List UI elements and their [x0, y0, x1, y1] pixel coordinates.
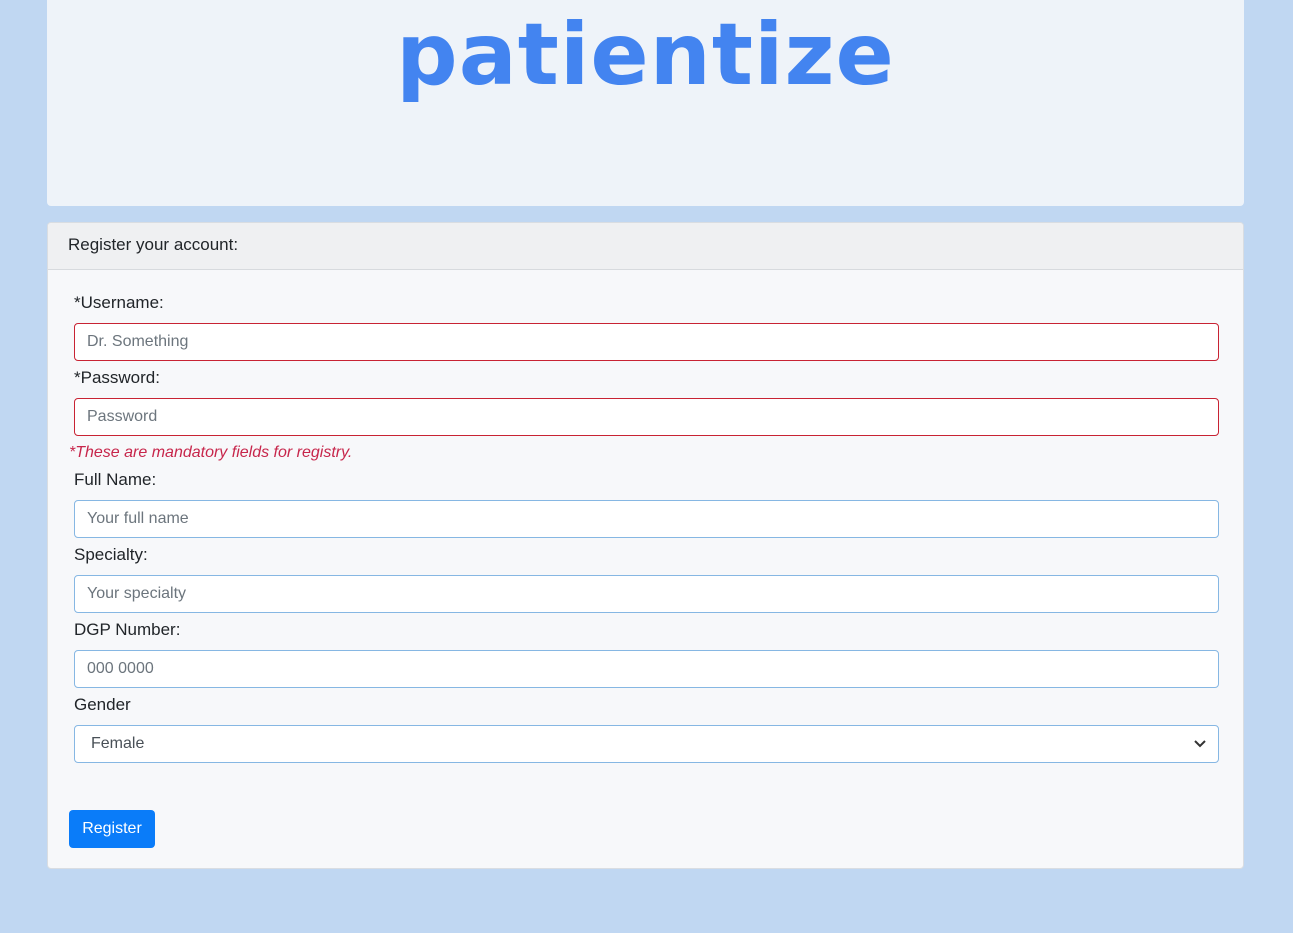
- brand-logo: patientize: [396, 5, 895, 105]
- registration-card: Register your account: *Username: *Passw…: [47, 222, 1244, 869]
- chevron-down-icon: [1194, 737, 1206, 751]
- specialty-label: Specialty:: [74, 545, 148, 564]
- password-label: *Password:: [74, 368, 160, 387]
- gender-label: Gender: [74, 695, 131, 714]
- full-name-input[interactable]: [74, 500, 1219, 538]
- specialty-input[interactable]: [74, 575, 1219, 613]
- register-button[interactable]: Register: [69, 810, 155, 848]
- logo-card: patientize: [47, 0, 1244, 206]
- mandatory-fields-note: *These are mandatory fields for registry…: [69, 444, 353, 461]
- password-input[interactable]: [74, 398, 1219, 436]
- card-header: Register your account:: [48, 223, 1243, 270]
- gender-selected-value: Female: [91, 735, 145, 752]
- dgp-number-input[interactable]: [74, 650, 1219, 688]
- gender-select[interactable]: Female: [74, 725, 1219, 763]
- dgp-number-label: DGP Number:: [74, 620, 181, 639]
- full-name-label: Full Name:: [74, 470, 157, 489]
- username-input[interactable]: [74, 323, 1219, 361]
- username-label: *Username:: [74, 293, 164, 312]
